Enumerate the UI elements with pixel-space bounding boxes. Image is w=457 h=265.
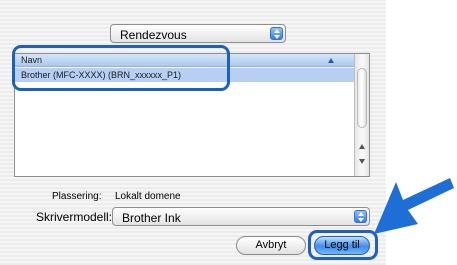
popup-arrows-icon	[270, 27, 283, 40]
connection-type-popup[interactable]: Rendezvous	[110, 24, 286, 43]
pointer-arrow-icon	[374, 178, 454, 234]
scroll-down-arrow-icon[interactable]	[355, 154, 369, 168]
printer-model-value: Brother Ink	[122, 211, 181, 225]
button-highlight-outline	[308, 230, 378, 260]
add-printer-dialog: Rendezvous Navn Brother (MFC-XXXX) (BRN_…	[0, 0, 386, 265]
location-value: Lokalt domene	[115, 191, 181, 202]
sort-ascending-icon	[328, 58, 334, 63]
connection-type-value: Rendezvous	[120, 28, 187, 42]
cancel-button[interactable]: Avbryt	[236, 236, 306, 255]
printer-model-popup[interactable]: Brother Ink	[112, 207, 370, 226]
scrollbar-thumb[interactable]	[357, 68, 367, 128]
vertical-scrollbar[interactable]	[354, 54, 369, 176]
popup-arrows-icon	[354, 210, 367, 223]
printer-model-label: Skrivermodell:	[36, 210, 113, 224]
location-label: Plassering:	[52, 191, 102, 202]
scroll-up-arrow-icon[interactable]	[355, 140, 369, 154]
list-highlight-outline	[12, 45, 230, 91]
